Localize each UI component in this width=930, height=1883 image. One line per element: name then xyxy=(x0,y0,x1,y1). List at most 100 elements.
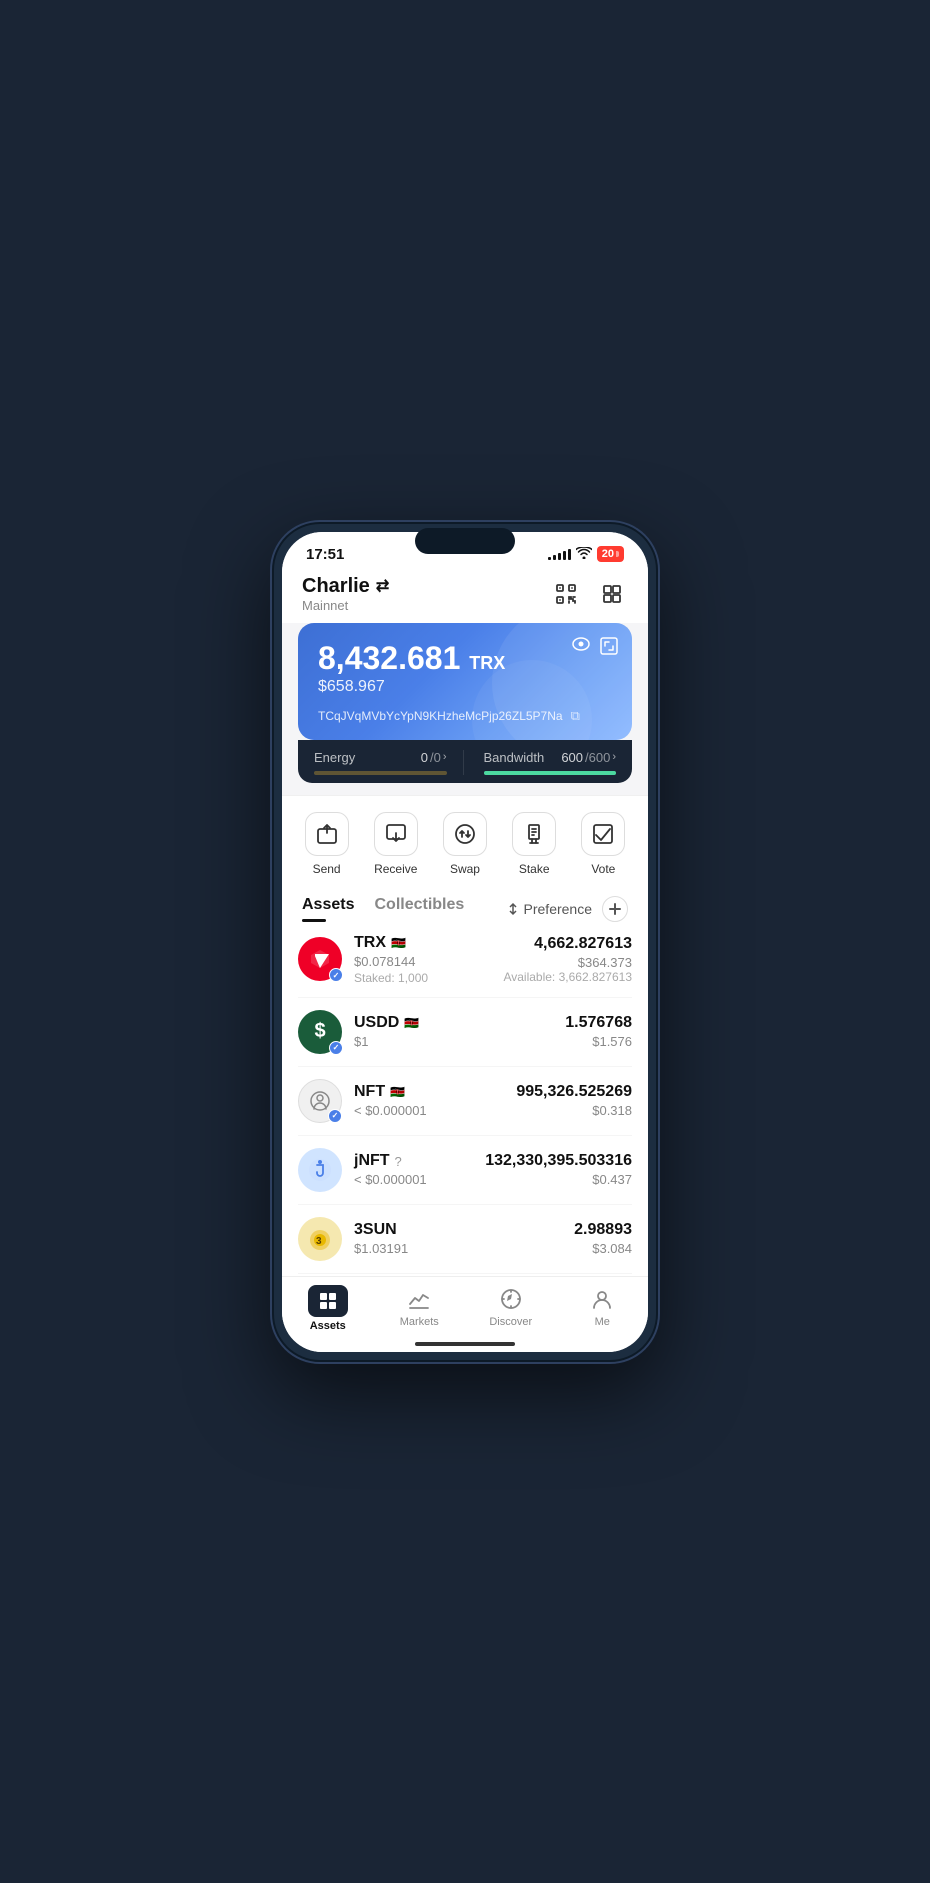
jnft-help-icon: ? xyxy=(395,1154,402,1169)
usdd-balance-usd: $1.576 xyxy=(565,1034,632,1049)
swap-label: Swap xyxy=(450,862,480,876)
nav-me-label: Me xyxy=(595,1316,610,1328)
stake-icon xyxy=(512,812,556,856)
jnft-logo xyxy=(298,1148,342,1192)
nav-assets-icon xyxy=(308,1285,348,1317)
home-indicator xyxy=(415,1342,515,1346)
wallet-address-row: TCqJVqMVbYcYpN9KHzheMcPjp26ZL5P7Na ⧉ xyxy=(318,708,612,724)
bandwidth-resource: Bandwidth 600 /600 › xyxy=(463,750,617,775)
preference-button[interactable]: Preference xyxy=(506,901,592,917)
stake-label: Stake xyxy=(519,862,550,876)
expand-icon[interactable] xyxy=(600,637,618,660)
bottom-nav: Assets Markets xyxy=(282,1276,648,1352)
usdd-price: $1 xyxy=(354,1034,565,1049)
add-token-button[interactable] xyxy=(602,896,628,922)
wallet-switch-icon[interactable]: ⇄ xyxy=(376,576,389,596)
energy-bar xyxy=(314,771,447,775)
vote-button[interactable]: Vote xyxy=(581,812,625,876)
jnft-balance-usd: $0.437 xyxy=(485,1172,632,1187)
balance-usd: $658.967 xyxy=(318,678,612,696)
send-label: Send xyxy=(313,862,341,876)
swap-button[interactable]: Swap xyxy=(443,812,487,876)
nft-price: < $0.000001 xyxy=(354,1103,516,1118)
nft-name: NFT xyxy=(354,1083,385,1101)
receive-label: Receive xyxy=(374,862,417,876)
nft-amounts: 995,326.525269 $0.318 xyxy=(516,1083,632,1118)
wallet-name[interactable]: Charlie ⇄ xyxy=(302,575,389,598)
stake-button[interactable]: Stake xyxy=(512,812,556,876)
asset-list: ✓ TRX 🇰🇪 $0.078144 Staked: 1,000 4,662.8… xyxy=(282,922,648,1276)
qr-button[interactable] xyxy=(596,578,628,610)
nft-balance: 995,326.525269 xyxy=(516,1083,632,1101)
nav-markets-label: Markets xyxy=(400,1316,439,1328)
tab-assets[interactable]: Assets xyxy=(302,896,354,922)
wallet-name-section: Charlie ⇄ Mainnet xyxy=(302,575,389,613)
nav-markets[interactable]: Markets xyxy=(374,1285,466,1332)
trx-price: $0.078144 xyxy=(354,954,503,969)
svg-text:3: 3 xyxy=(316,1236,322,1247)
nav-markets-icon xyxy=(405,1285,433,1313)
nav-discover-label: Discover xyxy=(489,1316,532,1328)
jnft-amounts: 132,330,395.503316 $0.437 xyxy=(485,1152,632,1187)
asset-item-jnft[interactable]: jNFT ? < $0.000001 132,330,395.503316 $0… xyxy=(298,1136,632,1205)
jnft-price: < $0.000001 xyxy=(354,1172,485,1187)
vote-label: Vote xyxy=(591,862,615,876)
network-label: Mainnet xyxy=(302,598,389,613)
energy-label: Energy xyxy=(314,750,355,765)
usdd-name: USDD xyxy=(354,1014,399,1032)
bandwidth-bar xyxy=(484,771,617,775)
app-header: Charlie ⇄ Mainnet xyxy=(282,567,648,623)
nft-flag: 🇰🇪 xyxy=(390,1085,405,1099)
send-icon xyxy=(305,812,349,856)
energy-chevron-icon[interactable]: › xyxy=(443,751,447,763)
tabs-right: Preference xyxy=(506,896,628,922)
trx-flag: 🇰🇪 xyxy=(391,936,406,950)
asset-item-trx[interactable]: ✓ TRX 🇰🇪 $0.078144 Staked: 1,000 4,662.8… xyxy=(298,922,632,998)
battery-indicator: 20 xyxy=(597,546,624,562)
status-icons: 20 xyxy=(548,546,624,562)
vote-icon xyxy=(581,812,625,856)
phone-screen: 17:51 20 xyxy=(282,532,648,1352)
send-button[interactable]: Send xyxy=(305,812,349,876)
balance-number: 8,432.681 xyxy=(318,640,460,676)
usdd-logo: $ ✓ xyxy=(298,1010,342,1054)
copy-address-icon[interactable]: ⧉ xyxy=(571,708,580,724)
asset-item-3sun[interactable]: 3 3SUN $1.03191 2.98893 $3.084 xyxy=(298,1205,632,1274)
bandwidth-chevron-icon[interactable]: › xyxy=(612,751,616,763)
3sun-logo: 3 xyxy=(298,1217,342,1261)
wallet-address[interactable]: TCqJVqMVbYcYpN9KHzheMcPjp26ZL5P7Na xyxy=(318,709,563,723)
nav-assets-label: Assets xyxy=(310,1320,346,1332)
tabs-section: Assets Collectibles Preference xyxy=(282,888,648,922)
scan-button[interactable] xyxy=(550,578,582,610)
tab-collectibles[interactable]: Collectibles xyxy=(374,896,464,922)
card-top-icons xyxy=(572,637,618,660)
receive-icon xyxy=(374,812,418,856)
nav-discover[interactable]: Discover xyxy=(465,1285,557,1332)
nft-info: NFT 🇰🇪 < $0.000001 xyxy=(354,1083,516,1118)
phone-frame: 17:51 20 xyxy=(270,520,660,1364)
bandwidth-values: 600 /600 xyxy=(561,750,610,765)
nav-assets[interactable]: Assets xyxy=(282,1285,374,1332)
usdd-balance: 1.576768 xyxy=(565,1014,632,1032)
eye-icon[interactable] xyxy=(572,637,590,660)
usdd-amounts: 1.576768 $1.576 xyxy=(565,1014,632,1049)
nft-logo: ✓ xyxy=(298,1079,342,1123)
receive-button[interactable]: Receive xyxy=(374,812,418,876)
asset-item-usdd[interactable]: $ ✓ USDD 🇰🇪 $1 1.576768 $1.576 xyxy=(298,998,632,1067)
trx-verified-badge: ✓ xyxy=(329,968,343,982)
energy-values: 0 /0 xyxy=(421,750,441,765)
balance-amount: 8,432.681 TRX xyxy=(318,641,612,676)
wifi-icon xyxy=(576,547,592,562)
usdd-info: USDD 🇰🇪 $1 xyxy=(354,1014,565,1049)
swap-icon xyxy=(443,812,487,856)
nav-discover-icon xyxy=(497,1285,525,1313)
trx-amounts: 4,662.827613 $364.373 Available: 3,662.8… xyxy=(503,935,632,984)
trx-balance-usd: $364.373 xyxy=(503,955,632,970)
jnft-name: jNFT xyxy=(354,1152,390,1170)
asset-item-nft[interactable]: ✓ NFT 🇰🇪 < $0.000001 995,326.525269 $0.3… xyxy=(298,1067,632,1136)
bandwidth-label: Bandwidth xyxy=(484,750,545,765)
resource-section: Energy 0 /0 › xyxy=(298,740,632,783)
3sun-price: $1.03191 xyxy=(354,1241,574,1256)
action-buttons: Send Receive Swap xyxy=(282,795,648,888)
nav-me[interactable]: Me xyxy=(557,1285,649,1332)
